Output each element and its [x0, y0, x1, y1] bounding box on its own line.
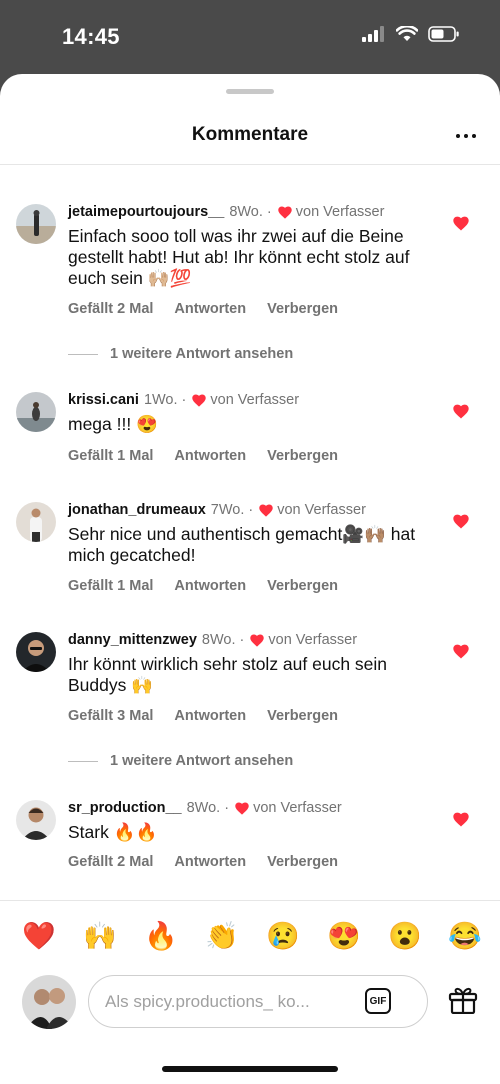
cellular-signal-icon — [362, 26, 384, 42]
emoji-heart[interactable]: ❤️ — [22, 921, 56, 951]
emoji-crying[interactable]: 😢 — [266, 921, 300, 951]
gif-button[interactable]: GIF — [365, 988, 391, 1014]
emoji-laughing[interactable]: 😂 — [448, 921, 482, 951]
like-heart-icon[interactable] — [453, 514, 469, 529]
sheet-grabber[interactable] — [226, 89, 274, 94]
emoji-surprised[interactable]: 😮 — [388, 921, 422, 951]
comment-composer: GIF — [0, 970, 500, 1040]
reply-button[interactable]: Antworten — [174, 708, 246, 724]
author-heart-icon — [259, 503, 273, 517]
comment-age: 8Wo. — [186, 800, 221, 816]
status-time: 14:45 — [62, 24, 120, 49]
emoji-raising-hands[interactable]: 🙌 — [83, 921, 117, 951]
comments-header: Kommentare — [0, 114, 500, 165]
comment-actions: Gefällt 2 Mal Antworten Verbergen — [68, 301, 338, 317]
view-more-replies-label[interactable]: 1 weitere Antwort ansehen — [110, 753, 293, 769]
status-bar: 14:45 — [0, 0, 500, 76]
emoji-clapping[interactable]: 👏 — [205, 921, 239, 951]
author-like-label: von Verfasser — [253, 800, 342, 816]
gift-icon[interactable] — [448, 986, 478, 1014]
comment-text: Sehr nice und authentisch gemacht🎥🙌🏽 hat… — [68, 524, 416, 565]
comment-actions: Gefällt 1 Mal Antworten Verbergen — [68, 448, 338, 464]
more-options-icon[interactable] — [456, 134, 476, 138]
hide-button[interactable]: Verbergen — [267, 578, 338, 594]
comment-meta: jonathan_drumeaux 7Wo. · von Verfasser — [68, 502, 366, 518]
divider-line — [68, 353, 98, 355]
author-like-label: von Verfasser — [210, 392, 300, 408]
likes-count[interactable]: Gefällt 2 Mal — [68, 301, 153, 317]
comment-meta: danny_mittenzwey 8Wo. · von Verfasser — [68, 632, 357, 648]
comment-actions: Gefällt 2 Mal Antworten Verbergen — [68, 854, 338, 870]
avatar[interactable] — [16, 392, 56, 432]
author-heart-icon — [235, 801, 249, 815]
author-heart-icon — [192, 393, 207, 407]
comment-input-wrapper: GIF — [88, 975, 428, 1028]
emoji-heart-eyes[interactable]: 😍 — [327, 921, 361, 951]
author-like-label: von Verfasser — [277, 502, 366, 518]
comment-username[interactable]: danny_mittenzwey — [68, 632, 197, 648]
comment-meta: jetaimepourtoujours__ 8Wo. · von Verfass… — [68, 204, 384, 220]
view-more-replies-label[interactable]: 1 weitere Antwort ansehen — [110, 346, 293, 362]
like-heart-icon[interactable] — [453, 644, 469, 659]
comment-text: mega !!! 😍 — [68, 414, 158, 434]
likes-count[interactable]: Gefällt 3 Mal — [68, 708, 153, 724]
view-more-replies[interactable]: 1 weitere Antwort ansehen — [68, 346, 293, 362]
author-like-label: von Verfasser — [268, 632, 358, 648]
comment-meta: krissi.cani 1Wo. · von Verfasser — [68, 392, 299, 408]
comment-meta: sr_production__ 8Wo. · von Verfasser — [68, 800, 342, 816]
wifi-icon — [396, 26, 418, 41]
separator-dot: · — [244, 502, 254, 518]
separator-dot: · — [235, 632, 245, 648]
home-indicator — [162, 1066, 338, 1072]
divider-line — [68, 760, 98, 762]
reply-button[interactable]: Antworten — [174, 854, 246, 870]
reply-button[interactable]: Antworten — [174, 578, 246, 594]
avatar[interactable] — [16, 632, 56, 672]
comment-text: Einfach sooo toll was ihr zwei auf die B… — [68, 226, 410, 288]
author-heart-icon — [278, 205, 292, 219]
author-like-label: von Verfasser — [295, 204, 385, 220]
comments-sheet: Kommentare jetaimepourtoujours__ 8Wo. · … — [0, 74, 500, 1084]
likes-count[interactable]: Gefällt 2 Mal — [68, 854, 153, 870]
comment-age: 7Wo. — [210, 502, 245, 518]
comment-username[interactable]: sr_production__ — [68, 800, 182, 816]
battery-icon — [428, 26, 459, 42]
likes-count[interactable]: Gefällt 1 Mal — [68, 578, 153, 594]
like-heart-icon[interactable] — [453, 404, 469, 419]
comment-actions: Gefällt 3 Mal Antworten Verbergen — [68, 708, 338, 724]
likes-count[interactable]: Gefällt 1 Mal — [68, 448, 153, 464]
comment-age: 8Wo. — [201, 632, 236, 648]
quick-emoji-bar: ❤️ 🙌 🔥 👏 😢 😍 😮 😂 — [0, 900, 500, 971]
comment-username[interactable]: jetaimepourtoujours__ — [68, 204, 224, 220]
status-icons — [362, 26, 460, 42]
current-user-avatar[interactable] — [22, 975, 76, 1029]
comment-age: 1Wo. — [143, 392, 178, 408]
comment-actions: Gefällt 1 Mal Antworten Verbergen — [68, 578, 338, 594]
comment-text: Stark 🔥🔥 — [68, 822, 158, 842]
separator-dot: · — [262, 204, 272, 220]
emoji-fire[interactable]: 🔥 — [144, 921, 178, 951]
like-heart-icon[interactable] — [453, 812, 469, 827]
view-more-replies[interactable]: 1 weitere Antwort ansehen — [68, 753, 293, 769]
like-heart-icon[interactable] — [453, 216, 469, 231]
avatar[interactable] — [16, 800, 56, 840]
separator-dot: · — [177, 392, 187, 408]
hide-button[interactable]: Verbergen — [267, 301, 338, 317]
page-title: Kommentare — [191, 124, 309, 145]
comment-username[interactable]: krissi.cani — [68, 392, 139, 408]
hide-button[interactable]: Verbergen — [267, 708, 338, 724]
reply-button[interactable]: Antworten — [174, 448, 246, 464]
comment-text: Ihr könnt wirklich sehr stolz auf euch s… — [68, 654, 388, 695]
comment-input[interactable] — [103, 988, 357, 1016]
hide-button[interactable]: Verbergen — [267, 854, 338, 870]
avatar[interactable] — [16, 502, 56, 542]
avatar[interactable] — [16, 204, 56, 244]
comment-age: 8Wo. — [229, 204, 263, 220]
author-heart-icon — [250, 633, 265, 647]
comment-username[interactable]: jonathan_drumeaux — [68, 502, 206, 518]
separator-dot: · — [220, 800, 230, 816]
hide-button[interactable]: Verbergen — [267, 448, 338, 464]
reply-button[interactable]: Antworten — [174, 301, 246, 317]
